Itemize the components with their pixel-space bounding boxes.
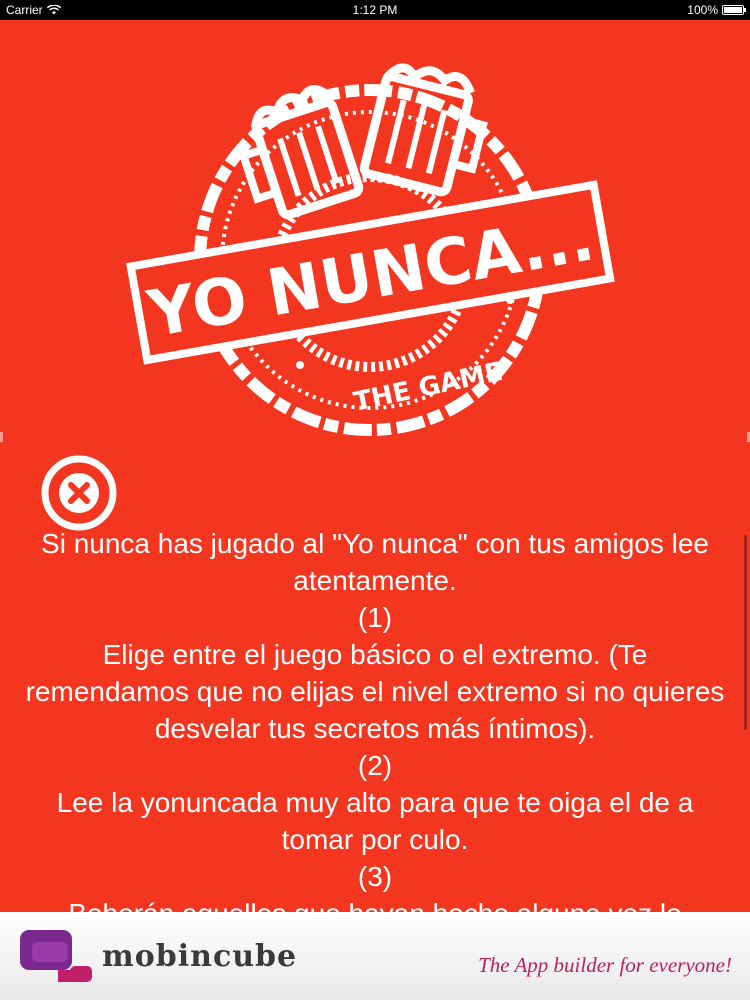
instructions-text: Si nunca has jugado al "Yo nunca" con tu…: [20, 525, 730, 912]
instruction-line: Elige entre el juego básico o el extremo…: [25, 639, 725, 744]
battery-percent: 100%: [687, 3, 718, 17]
yo-nunca-logo: YO NUNCA... THE GAME: [126, 63, 615, 436]
status-bar: Carrier 1:12 PM 100%: [0, 0, 750, 20]
instruction-line: (1): [357, 602, 393, 633]
status-left: Carrier: [6, 3, 252, 17]
scrollbar[interactable]: [744, 535, 747, 730]
instruction-line: (2): [357, 750, 393, 781]
close-button[interactable]: [40, 454, 118, 532]
battery-fill: [724, 7, 742, 13]
instruction-line: Si nunca has jugado al "Yo nunca" con tu…: [41, 528, 709, 596]
battery-icon: [722, 5, 746, 15]
status-time: 1:12 PM: [352, 3, 398, 17]
status-right: 100%: [498, 3, 746, 17]
brand-name: mobincube: [102, 938, 298, 974]
edge-mark-left: [0, 432, 3, 442]
brand-tagline: The App builder for everyone!: [478, 952, 732, 977]
wifi-icon: [46, 5, 61, 15]
instruction-line: (3): [357, 861, 393, 892]
main-content: YO NUNCA... THE GAME Si nunca has jugado…: [0, 20, 750, 912]
beer-mugs-icon: [238, 63, 488, 220]
ad-banner[interactable]: mobincube The App builder for everyone!: [0, 912, 750, 1000]
instruction-line: Lee la yonuncada muy alto para que te oi…: [56, 787, 694, 855]
carrier-label: Carrier: [6, 3, 43, 17]
instruction-line: Beberán aquellos que hayan hecho alguna …: [20, 895, 730, 912]
mobincube-logo-icon: [20, 930, 92, 982]
close-circle-icon: [41, 455, 117, 531]
